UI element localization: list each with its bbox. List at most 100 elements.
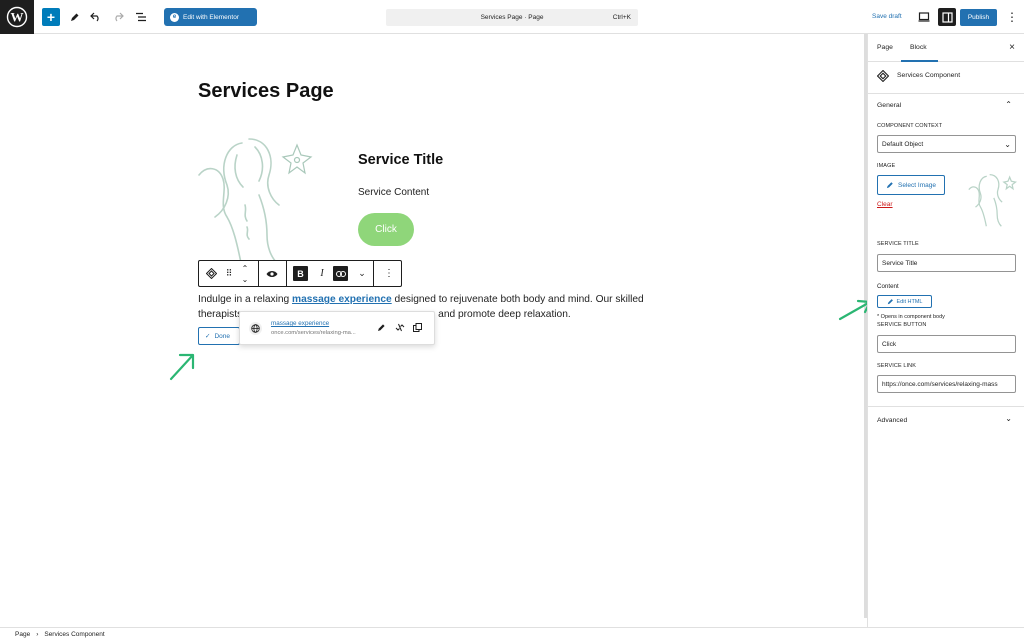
bold-button[interactable]: B (293, 266, 308, 281)
publish-label: Publish (967, 14, 990, 21)
spa-illustration (198, 138, 313, 264)
service-button-input[interactable]: Click (877, 335, 1016, 353)
publish-button[interactable]: Publish (960, 9, 997, 26)
edit-with-elementor-label: Edit with Elementor (183, 13, 239, 21)
elementor-icon: e (170, 12, 179, 22)
block-options-icon[interactable]: ⋮ (383, 267, 395, 280)
component-context-value: Default Object (882, 140, 924, 148)
link-preview-title[interactable]: massage experience (271, 320, 329, 327)
block-type-icon[interactable] (205, 267, 217, 280)
block-card: Services Component (868, 62, 1024, 94)
document-title: Services Page · Page (480, 14, 544, 21)
breadcrumb-root[interactable]: Page (15, 631, 30, 638)
globe-glyph (251, 324, 260, 333)
general-panel-toggle[interactable]: General (877, 102, 901, 109)
checkmark-icon: ✓ (205, 333, 211, 340)
drag-handle-icon[interactable]: ⠿ (223, 267, 235, 280)
editor-top-bar: W + e Edit with Elementor Services Page … (0, 0, 1024, 34)
service-content[interactable]: Service Content (358, 187, 429, 198)
more-formats-chevron-icon[interactable]: ⌄ (356, 267, 368, 280)
more-vertical-icon: ⋮ (1006, 10, 1018, 24)
service-button[interactable]: Click (358, 213, 414, 246)
edit-html-button[interactable]: Edit HTML (877, 295, 932, 308)
tab-block[interactable]: Block (910, 44, 927, 51)
settings-toggle-button[interactable] (938, 8, 956, 26)
service-link-input[interactable]: https://once.com/services/relaxing-mass (877, 375, 1016, 393)
undo-icon (90, 12, 99, 22)
sidebar-icon (941, 11, 953, 23)
service-link-label: SERVICE LINK (877, 363, 917, 369)
block-toolbar: ⠿ ⌃ ⌄ B I ⌄ ⋮ (198, 260, 402, 287)
command-palette-bar[interactable]: Services Page · Page Ctrl+K (386, 9, 638, 26)
redo-button[interactable] (109, 8, 127, 26)
plus-icon: + (46, 9, 56, 25)
undo-button[interactable] (87, 8, 105, 26)
advanced-panel-toggle[interactable]: Advanced (877, 417, 907, 424)
link-preview-url: once.com/services/relaxing-ma... (271, 330, 356, 336)
options-menu-button[interactable]: ⋮ (1003, 8, 1021, 26)
list-view-icon (136, 12, 146, 22)
copy-glyph (413, 323, 422, 332)
component-diamond-icon (877, 70, 889, 82)
copy-link-icon[interactable] (413, 323, 422, 334)
service-title-input[interactable]: Service Title (877, 254, 1016, 272)
link-icon (335, 270, 346, 277)
chevron-down-icon[interactable]: ⌄ (1005, 414, 1012, 423)
unlink-glyph (395, 323, 405, 332)
content-label: Content (877, 283, 899, 290)
clear-image-link[interactable]: Clear (877, 201, 893, 208)
eye-glyph (266, 270, 278, 277)
panel-divider (868, 406, 1024, 407)
service-button-label: SERVICE BUTTON (877, 322, 927, 328)
service-title[interactable]: Service Title (358, 152, 443, 168)
italic-button[interactable]: I (316, 267, 328, 280)
component-diamond-icon (205, 268, 217, 279)
component-context-label: COMPONENT CONTEXT (877, 123, 943, 129)
settings-sidebar: Page Block × Services Component General … (867, 34, 1024, 627)
edit-with-elementor-button[interactable]: e Edit with Elementor (164, 8, 257, 26)
edit-html-label: Edit HTML (896, 298, 923, 305)
shortcut-hint: Ctrl+K (612, 14, 631, 21)
content-help-text: * Opens in component body (877, 314, 945, 320)
unlink-icon[interactable] (395, 323, 405, 334)
paragraph-link[interactable]: massage experience (292, 294, 392, 305)
link-button[interactable] (333, 266, 348, 281)
wordpress-logo[interactable]: W (0, 0, 34, 34)
service-button-label: Click (375, 224, 397, 235)
close-icon[interactable]: × (1009, 42, 1015, 53)
link-popover: massage experience once.com/services/rel… (239, 311, 435, 345)
block-name: Services Component (897, 72, 961, 79)
chevron-down-icon: ⌄ (1004, 139, 1011, 149)
chevron-up-icon[interactable]: ⌃ (1005, 100, 1012, 109)
pencil-icon (887, 299, 893, 305)
desktop-icon (918, 12, 930, 22)
pencil-icon (70, 13, 78, 21)
move-down-icon[interactable]: ⌄ (239, 273, 251, 286)
view-button[interactable] (915, 8, 933, 26)
redo-icon (115, 12, 124, 22)
add-block-button[interactable]: + (42, 8, 60, 26)
service-title-label: SERVICE TITLE (877, 241, 919, 247)
pencil-glyph (378, 324, 385, 331)
done-label: Done (214, 332, 230, 340)
select-image-button[interactable]: Select Image (877, 175, 945, 195)
save-draft-button[interactable]: Save draft (872, 13, 902, 20)
service-link-value: https://once.com/services/relaxing-mass (882, 380, 998, 388)
page-title[interactable]: Services Page (198, 80, 334, 103)
service-button-value: Click (882, 340, 897, 348)
sidebar-tabs: Page Block × (868, 34, 1024, 62)
breadcrumb: Page › Services Component (0, 627, 1024, 640)
tools-button[interactable] (65, 8, 83, 26)
globe-icon (249, 322, 262, 335)
edit-link-icon[interactable] (377, 323, 386, 334)
tab-page[interactable]: Page (877, 44, 893, 51)
document-overview-button[interactable] (132, 8, 150, 26)
eye-icon[interactable] (266, 267, 278, 280)
breadcrumb-current[interactable]: Services Component (44, 631, 104, 638)
done-button[interactable]: ✓ Done (198, 327, 240, 345)
service-title-value: Service Title (882, 259, 918, 267)
chevron-right-icon: › (36, 630, 39, 638)
component-context-select[interactable]: Default Object ⌄ (877, 135, 1016, 153)
paragraph-text: designed to rejuvenate both body and min… (391, 294, 644, 305)
pencil-icon (886, 182, 893, 189)
